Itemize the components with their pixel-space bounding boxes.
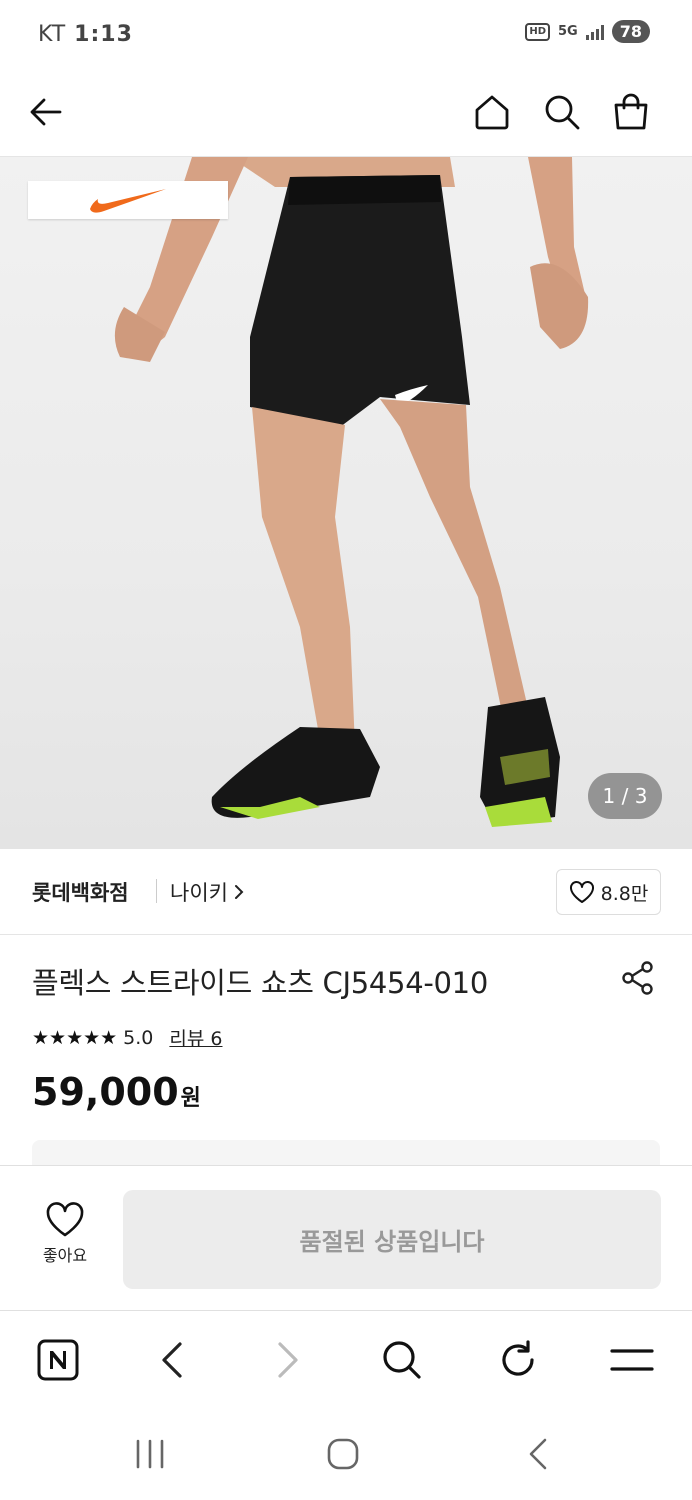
product-photo xyxy=(114,157,589,827)
heart-icon xyxy=(569,881,594,903)
signal-icon xyxy=(585,24,604,40)
product-image-gallery[interactable]: 1 / 3 xyxy=(0,156,692,849)
price: 59,000 원 xyxy=(32,1070,201,1114)
browser-forward-button[interactable] xyxy=(258,1332,318,1388)
battery-icon: 78 xyxy=(611,20,650,43)
status-indicators: HD 5G 78 xyxy=(525,20,650,43)
status-bar: KT 1:13 HD 5G 78 xyxy=(0,0,692,70)
brand-like-button[interactable]: 8.8만 xyxy=(556,869,661,915)
soldout-button[interactable]: 품절된 상품입니다 xyxy=(123,1190,661,1289)
search-icon xyxy=(545,95,580,130)
heart-icon xyxy=(46,1202,84,1237)
browser-search-button[interactable] xyxy=(372,1332,432,1388)
brand-logo-tag xyxy=(28,181,228,219)
rating-value: 5.0 xyxy=(123,1026,154,1049)
browser-menu-button[interactable] xyxy=(602,1332,662,1388)
product-title: 플렉스 스트라이드 쇼츠 CJ5454-010 xyxy=(32,966,488,1000)
share-icon xyxy=(622,961,653,995)
recents-button[interactable] xyxy=(120,1430,180,1478)
back-button[interactable] xyxy=(18,84,74,140)
browser-home-button[interactable] xyxy=(28,1332,88,1388)
chevron-right-icon xyxy=(278,1342,298,1378)
arrow-left-icon xyxy=(30,98,62,126)
naver-n-icon xyxy=(37,1339,79,1381)
refresh-icon xyxy=(502,1340,534,1376)
store-name[interactable]: 롯데백화점 xyxy=(32,877,129,907)
nike-swoosh-icon xyxy=(90,189,166,213)
brand-link[interactable]: 나이키 xyxy=(170,877,244,907)
seller-divider xyxy=(156,879,157,903)
clock: 1:13 xyxy=(74,22,133,47)
top-nav xyxy=(0,70,692,156)
purchase-bar: 좋아요 품절된 상품입니다 xyxy=(0,1165,692,1311)
browser-refresh-button[interactable] xyxy=(488,1332,548,1388)
rating-stars: ★★★★★ xyxy=(32,1026,118,1049)
like-button[interactable]: 좋아요 xyxy=(30,1202,100,1266)
home-icon xyxy=(475,95,509,130)
status-carrier: KT 1:13 xyxy=(38,22,133,47)
home-circle-icon xyxy=(327,1438,359,1470)
hd-icon: HD xyxy=(525,22,551,41)
image-counter: 1 / 3 xyxy=(588,773,662,819)
carrier-label: KT xyxy=(38,22,67,47)
home-button[interactable] xyxy=(464,84,520,140)
shopping-bag-icon xyxy=(614,93,648,130)
recents-icon xyxy=(136,1439,164,1469)
share-button[interactable] xyxy=(616,958,660,998)
cart-button[interactable] xyxy=(603,84,659,140)
like-label: 좋아요 xyxy=(42,1246,88,1265)
system-nav-bar xyxy=(0,1408,692,1500)
chevron-left-icon xyxy=(162,1342,182,1378)
price-value: 59,000 xyxy=(32,1070,179,1114)
rating-row: ★★★★★ 5.0 리뷰 6 xyxy=(32,1024,222,1051)
system-home-button[interactable] xyxy=(313,1430,373,1478)
price-currency: 원 xyxy=(180,1086,201,1111)
review-link[interactable]: 리뷰 6 xyxy=(169,1024,222,1051)
chevron-right-icon xyxy=(234,885,244,899)
seller-row: 롯데백화점 나이키 8.8만 xyxy=(0,849,692,935)
network-icon: 5G xyxy=(558,24,578,39)
brand-name: 나이키 xyxy=(170,881,228,905)
search-button[interactable] xyxy=(534,84,590,140)
back-chevron-icon xyxy=(529,1438,547,1470)
browser-toolbar xyxy=(0,1312,692,1408)
browser-back-button[interactable] xyxy=(142,1332,202,1388)
search-icon xyxy=(383,1341,421,1379)
system-back-button[interactable] xyxy=(508,1430,568,1478)
brand-like-count: 8.8만 xyxy=(600,882,649,905)
menu-icon xyxy=(610,1349,654,1371)
